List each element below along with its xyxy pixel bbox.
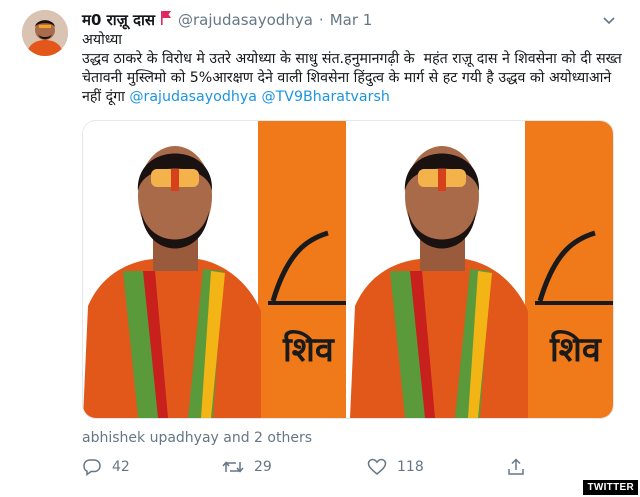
reply-icon bbox=[83, 459, 101, 476]
share-icon bbox=[508, 458, 524, 475]
retweet-icon bbox=[222, 461, 244, 473]
share-button[interactable] bbox=[507, 458, 535, 476]
reply-button[interactable]: 42 bbox=[82, 458, 130, 476]
tweet-text: अयोध्या उद्धव ठाकरे के विरोध मे उतरे अयो… bbox=[82, 31, 622, 107]
tweet-card[interactable]: म0 राज़ू दास @rajudasayodhya · Mar 1 अयो… bbox=[0, 0, 640, 497]
author-handle[interactable]: @rajudasayodhya bbox=[178, 11, 313, 29]
mention-link[interactable]: @TV9Bharatvarsh bbox=[261, 89, 389, 105]
tweet-date[interactable]: Mar 1 bbox=[330, 11, 373, 29]
retweet-button[interactable]: 29 bbox=[222, 458, 272, 476]
author-name[interactable]: म0 राज़ू दास bbox=[82, 10, 155, 30]
like-button[interactable]: 118 bbox=[367, 458, 424, 476]
tweet-actions: 42 29 118 bbox=[82, 458, 542, 482]
watermark-logo: TWITTER bbox=[583, 480, 638, 495]
tweet-photo[interactable]: शिव bbox=[350, 121, 613, 418]
like-icon bbox=[367, 458, 387, 475]
tweet-header: म0 राज़ू दास @rajudasayodhya · Mar 1 bbox=[82, 10, 372, 30]
mention-link[interactable]: @rajudasayodhya bbox=[129, 89, 257, 105]
chevron-down-icon[interactable] bbox=[600, 11, 618, 29]
retweet-count: 29 bbox=[254, 459, 272, 475]
photo-banner-text: शिव bbox=[282, 329, 335, 370]
liked-by-text[interactable]: abhishek upadhyay and 2 others bbox=[82, 430, 312, 446]
like-count: 118 bbox=[397, 459, 424, 475]
tweet-media[interactable]: शिव शिव bbox=[82, 120, 614, 419]
reply-count: 42 bbox=[112, 459, 130, 475]
flag-icon bbox=[161, 11, 171, 29]
photo-banner-text: शिव bbox=[549, 329, 602, 370]
tweet-location-line: अयोध्या bbox=[82, 32, 122, 48]
separator-dot: · bbox=[318, 11, 324, 29]
author-avatar[interactable] bbox=[22, 10, 68, 56]
tweet-photo[interactable]: शिव bbox=[83, 121, 346, 418]
